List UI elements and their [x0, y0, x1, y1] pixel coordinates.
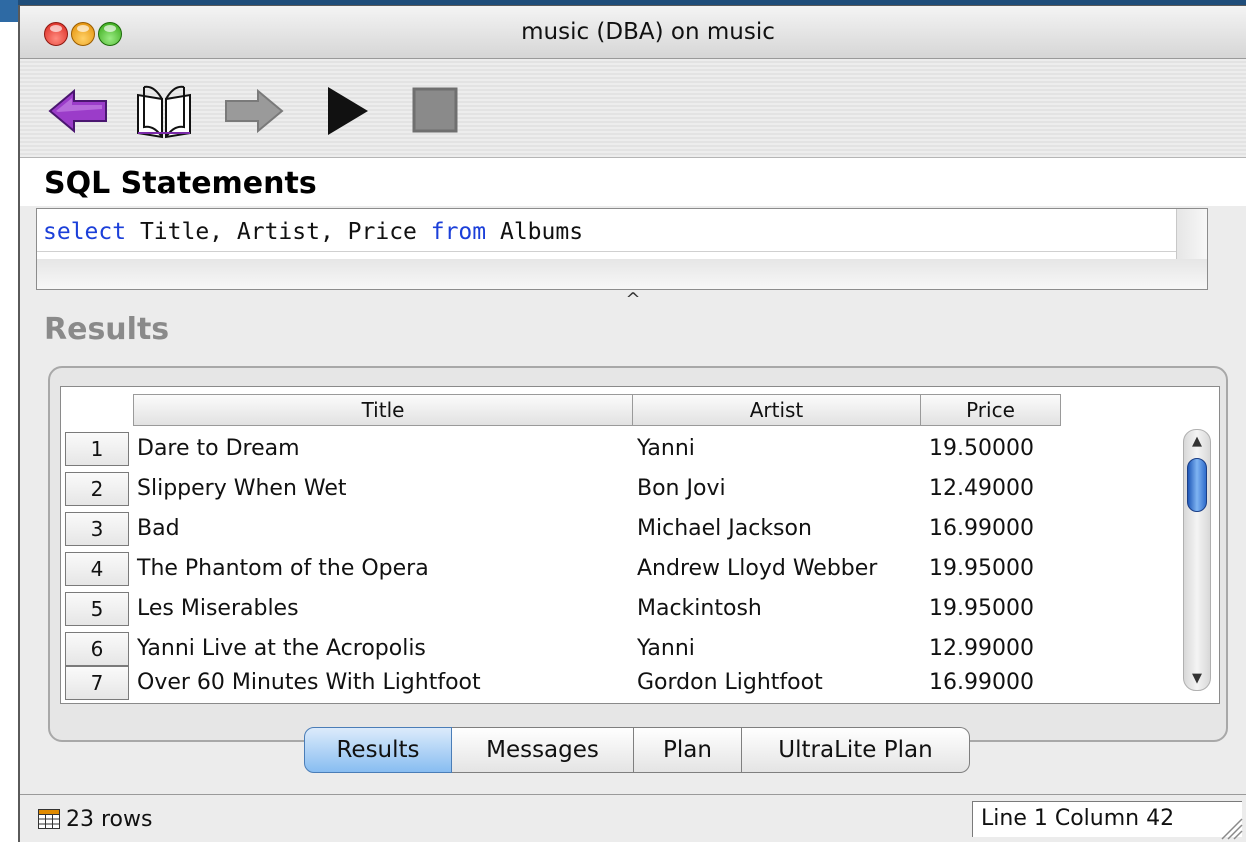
- scroll-thumb[interactable]: [1187, 458, 1207, 512]
- desktop-corner: [0, 0, 18, 22]
- table-row[interactable]: 7 Over 60 Minutes With Lightfoot Gordon …: [61, 663, 1181, 703]
- table-row[interactable]: 4 The Phantom of the Opera Andrew Lloyd …: [61, 549, 1181, 589]
- stop-button[interactable]: [404, 81, 468, 141]
- table-grid-icon: [38, 809, 60, 829]
- results-title: Results: [44, 312, 170, 347]
- cell-artist[interactable]: Gordon Lightfoot: [637, 663, 823, 703]
- cell-price[interactable]: 19.95000: [929, 589, 1034, 629]
- row-number[interactable]: 7: [65, 666, 129, 700]
- column-header-artist[interactable]: Artist: [633, 394, 921, 426]
- cell-title[interactable]: Les Miserables: [137, 589, 299, 629]
- cell-artist[interactable]: Yanni: [637, 429, 695, 469]
- row-number[interactable]: 4: [65, 552, 129, 586]
- cell-price[interactable]: 19.50000: [929, 429, 1034, 469]
- scroll-down-arrow-icon[interactable]: ▼: [1184, 671, 1210, 686]
- results-vertical-scrollbar[interactable]: ▲ ▼: [1183, 429, 1211, 691]
- cell-artist[interactable]: Bon Jovi: [637, 469, 726, 509]
- row-number[interactable]: 3: [65, 512, 129, 546]
- sql-keyword-from: from: [430, 219, 487, 245]
- cell-title[interactable]: The Phantom of the Opera: [137, 549, 429, 589]
- cell-price[interactable]: 12.49000: [929, 469, 1034, 509]
- table-row[interactable]: 2 Slippery When Wet Bon Jovi 12.49000: [61, 469, 1181, 509]
- row-number[interactable]: 2: [65, 472, 129, 506]
- cell-title[interactable]: Over 60 Minutes With Lightfoot: [137, 663, 481, 703]
- results-table: Title Artist Price 1 Dare to Dream Yanni…: [60, 386, 1220, 704]
- tab-ultralite-plan[interactable]: UltraLite Plan: [742, 727, 970, 773]
- cell-artist[interactable]: Mackintosh: [637, 589, 762, 629]
- table-row[interactable]: 5 Les Miserables Mackintosh 19.95000: [61, 589, 1181, 629]
- cell-artist[interactable]: Michael Jackson: [637, 509, 812, 549]
- back-button[interactable]: [48, 81, 112, 141]
- play-icon: [328, 87, 368, 135]
- cell-title[interactable]: Dare to Dream: [137, 429, 300, 469]
- forward-arrow-icon: [225, 88, 284, 134]
- row-number[interactable]: 1: [65, 432, 129, 466]
- status-bar: 23 rows Line 1 Column 42: [20, 794, 1246, 842]
- sql-statement-line[interactable]: select Title, Artist, Price from Albums: [43, 219, 583, 245]
- tab-messages[interactable]: Messages: [452, 727, 634, 773]
- forward-button[interactable]: [220, 81, 284, 141]
- open-book-icon: [137, 85, 191, 139]
- sql-header: SQL Statements: [20, 158, 1246, 206]
- title-bar[interactable]: music (DBA) on music: [20, 6, 1246, 59]
- cell-title[interactable]: Bad: [137, 509, 180, 549]
- row-number[interactable]: 6: [65, 632, 129, 666]
- sql-line-divider: [37, 251, 1207, 252]
- cell-artist[interactable]: Andrew Lloyd Webber: [637, 549, 877, 589]
- column-header-title[interactable]: Title: [133, 394, 633, 426]
- sql-editor[interactable]: select Title, Artist, Price from Albums: [36, 208, 1208, 290]
- sql-horizontal-scrollbar[interactable]: [37, 259, 1207, 289]
- query-window: music (DBA) on music SQL Statements sele…: [18, 5, 1246, 842]
- cell-title[interactable]: Slippery When Wet: [137, 469, 347, 509]
- row-count: 23 rows: [66, 807, 153, 832]
- column-header-price[interactable]: Price: [921, 394, 1061, 426]
- sql-text-table: Albums: [486, 219, 584, 245]
- splitter-handle[interactable]: ^: [20, 291, 1246, 310]
- table-row[interactable]: 1 Dare to Dream Yanni 19.50000: [61, 429, 1181, 469]
- cursor-position: Line 1 Column 42: [972, 801, 1242, 837]
- tab-results[interactable]: Results: [304, 727, 452, 773]
- stop-icon: [412, 87, 458, 133]
- row-number[interactable]: 5: [65, 592, 129, 626]
- toolbar: [20, 59, 1246, 158]
- cell-price[interactable]: 19.95000: [929, 549, 1034, 589]
- tab-plan[interactable]: Plan: [634, 727, 742, 773]
- back-arrow-icon: [48, 88, 107, 134]
- open-book-button[interactable]: [132, 81, 196, 141]
- execute-button[interactable]: [316, 81, 380, 141]
- window-title: music (DBA) on music: [521, 19, 775, 45]
- cell-price[interactable]: 16.99000: [929, 663, 1034, 703]
- resize-grip-icon[interactable]: [1218, 815, 1244, 841]
- table-row[interactable]: 3 Bad Michael Jackson 16.99000: [61, 509, 1181, 549]
- sql-keyword-select: select: [43, 219, 127, 245]
- scroll-up-arrow-icon[interactable]: ▲: [1184, 434, 1210, 449]
- sql-text-columns: Title, Artist, Price: [126, 219, 431, 245]
- cell-price[interactable]: 16.99000: [929, 509, 1034, 549]
- sql-statements-title: SQL Statements: [44, 166, 317, 201]
